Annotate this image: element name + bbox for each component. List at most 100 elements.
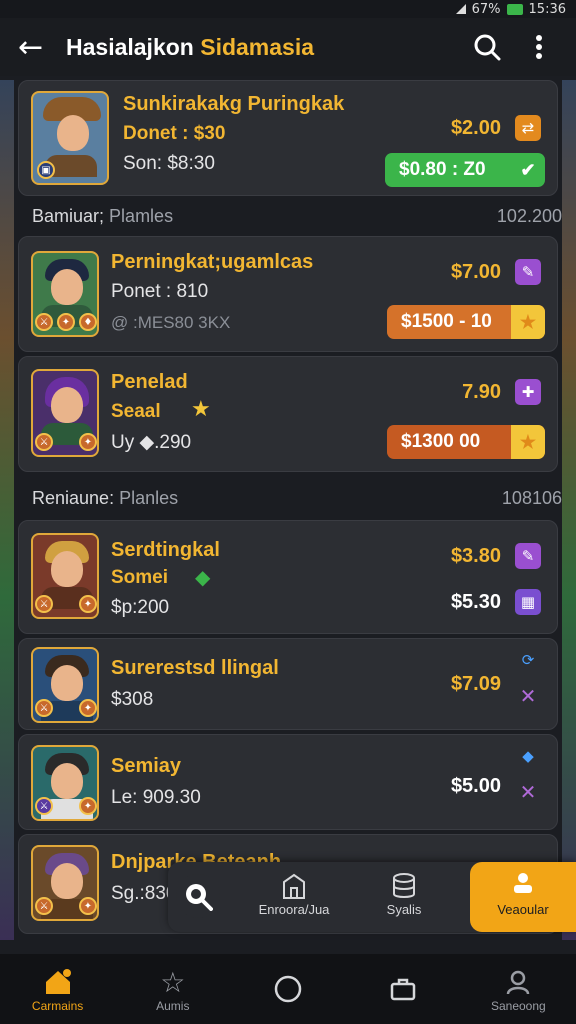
role-badge-icon: ⚔	[35, 797, 53, 815]
player-name: Penelad	[111, 371, 188, 393]
player-detail: Seaal	[111, 401, 161, 422]
role-badge-icon: ✦	[79, 897, 97, 915]
back-arrow-icon[interactable]: ←	[18, 30, 58, 65]
role-badge-icon: ✦	[79, 699, 97, 717]
home-icon	[3, 965, 113, 999]
player-detail-2: @ :MES80 3KX	[111, 313, 231, 332]
nav-label: Aumis	[156, 999, 190, 1013]
player-price: $3.80	[450, 545, 501, 567]
gem-icon: ◆	[195, 565, 211, 589]
avatar: ⚔ ✦	[31, 369, 99, 457]
nav-search[interactable]: Saneoong	[463, 965, 573, 1013]
star-outline-icon: ☆	[160, 966, 186, 998]
player-price: $7.00	[450, 261, 501, 283]
role-badge-icon: ♦	[79, 313, 97, 331]
star-icon: ★	[191, 397, 211, 422]
buy-button[interactable]: $1300 00 ★	[387, 425, 545, 459]
nav-label: Carmains	[31, 999, 84, 1013]
search-icon[interactable]	[468, 28, 506, 66]
player-detail: Donet : $30	[123, 123, 226, 144]
toolbar-active-label: Veaoular	[497, 902, 549, 917]
more-vert-icon[interactable]	[520, 28, 558, 66]
buy-button[interactable]: $0.80 : Z0 ✔	[385, 153, 545, 187]
section-header-2: Reniaune: Planles 108106	[32, 488, 562, 509]
bottom-nav: Carmains ☆ Aumis Saneoong	[0, 954, 576, 1024]
title-accent: Sidamasia	[200, 33, 315, 60]
player-name: Semiay	[111, 755, 182, 777]
player-price: $7.09	[450, 673, 501, 695]
toolbar-item-syalis[interactable]: Syalis	[354, 870, 454, 926]
nav-home[interactable]: Carmains	[3, 965, 113, 1013]
section-label: Planles	[119, 488, 179, 508]
section-header-1: Bamiuar; Plamles 102.200	[32, 206, 562, 227]
battery-percent: 67%	[471, 1, 501, 17]
player-detail: Somei	[111, 567, 169, 588]
toolbar-item-active[interactable]: Veaoular	[470, 862, 576, 932]
diamond-icon[interactable]: ◆	[515, 743, 541, 769]
avatar: ⚔ ✦	[31, 845, 99, 921]
player-price: 7.90	[462, 381, 501, 403]
floating-toolbar: Enroora/Jua Syalis Veaoular	[168, 862, 576, 932]
role-badge-icon: ⚔	[35, 433, 53, 451]
avatar: ⚔ ✦	[31, 647, 99, 723]
title-main: Hasialajkon	[66, 33, 194, 60]
buy-button-label: $1500 - 10	[401, 311, 492, 332]
player-name: Perningkat;ugamlcas	[111, 251, 314, 273]
section-label: Plamles	[109, 206, 174, 226]
avatar: ▣	[31, 91, 109, 185]
section-count: 108106	[501, 488, 562, 508]
player-detail: Ponet : 810	[111, 281, 209, 302]
section-label-bold: Bamiuar;	[32, 206, 105, 226]
role-badge-icon: ⚔	[35, 897, 53, 915]
list-item[interactable]: ⚔ ✦ Semiay Le: 909.30 $5.00 ◆ ✕	[18, 734, 558, 830]
page-title: Hasialajkon Sidamasia	[66, 34, 454, 61]
database-icon	[354, 870, 454, 902]
background-art-right	[562, 80, 576, 940]
star-icon: ★	[511, 425, 545, 459]
briefcase-icon	[348, 972, 458, 1006]
player-detail-2: $p:200	[111, 597, 170, 618]
avatar: ⚔ ✦	[31, 745, 99, 821]
section-count: 102.200	[496, 206, 562, 226]
toolbar-item-label: Enroora/Jua	[258, 902, 330, 917]
list-item[interactable]: ⚔ ✦ Surerestsd llingal $308 $7.09 ⟳ ✕	[18, 638, 558, 730]
player-detail-2: Uy ◆.290	[111, 432, 192, 453]
player-price-2: $5.30	[450, 591, 501, 613]
buy-button-label: $1300 00	[401, 431, 481, 452]
player-detail-2: Son: $8:30	[123, 153, 215, 174]
search-icon[interactable]	[176, 874, 220, 918]
nav-label: Saneoong	[490, 999, 546, 1013]
role-badge-icon: ⚔	[35, 595, 53, 613]
background-art-left	[0, 80, 14, 940]
refresh-icon[interactable]: ⟳	[515, 647, 541, 673]
featured-card[interactable]: ▣ Sunkirakakg Puringkak Donet : $30 Son:…	[18, 80, 558, 196]
edit-icon[interactable]: ✎	[515, 543, 541, 569]
list-item[interactable]: ⚔ ✦ Serdtingkal Somei ◆ $p:200 $3.80 ✎ $…	[18, 520, 558, 634]
status-bar: 67% 15:36	[0, 0, 576, 18]
list-item[interactable]: ⚔ ✦ Penelad Seaal ★ Uy ◆.290 7.90 ✚ $130…	[18, 356, 558, 472]
edit-icon[interactable]: ✎	[515, 259, 541, 285]
signal-icon	[455, 4, 466, 14]
player-detail: Le: 909.30	[111, 787, 201, 808]
user-badge-icon	[470, 862, 576, 902]
close-icon[interactable]: ✕	[515, 779, 541, 805]
formation-icon[interactable]: ▦	[515, 589, 541, 615]
avatar: ⚔ ✦ ♦	[31, 251, 99, 337]
role-badge-icon: ✦	[57, 313, 75, 331]
nav-home-circle[interactable]	[233, 972, 343, 1006]
rank-badge-icon: ▣	[37, 161, 55, 179]
player-price: $2.00	[450, 117, 501, 139]
player-name: Sunkirakakg Puringkak	[123, 93, 345, 115]
swap-icon[interactable]: ⇄	[515, 115, 541, 141]
nav-bag[interactable]	[348, 972, 458, 1006]
person-search-icon	[463, 965, 573, 999]
puzzle-icon[interactable]: ✚	[515, 379, 541, 405]
player-name: Surerestsd llingal	[111, 657, 279, 679]
player-name: Serdtingkal	[111, 539, 220, 561]
close-icon[interactable]: ✕	[515, 683, 541, 709]
toolbar-item-enroora[interactable]: Enroora/Jua	[244, 870, 344, 926]
star-icon: ★	[511, 305, 545, 339]
list-item[interactable]: ⚔ ✦ ♦ Perningkat;ugamlcas Ponet : 810 @ …	[18, 236, 558, 352]
buy-button[interactable]: $1500 - 10 ★	[387, 305, 545, 339]
nav-favorites[interactable]: ☆ Aumis	[118, 965, 228, 1014]
